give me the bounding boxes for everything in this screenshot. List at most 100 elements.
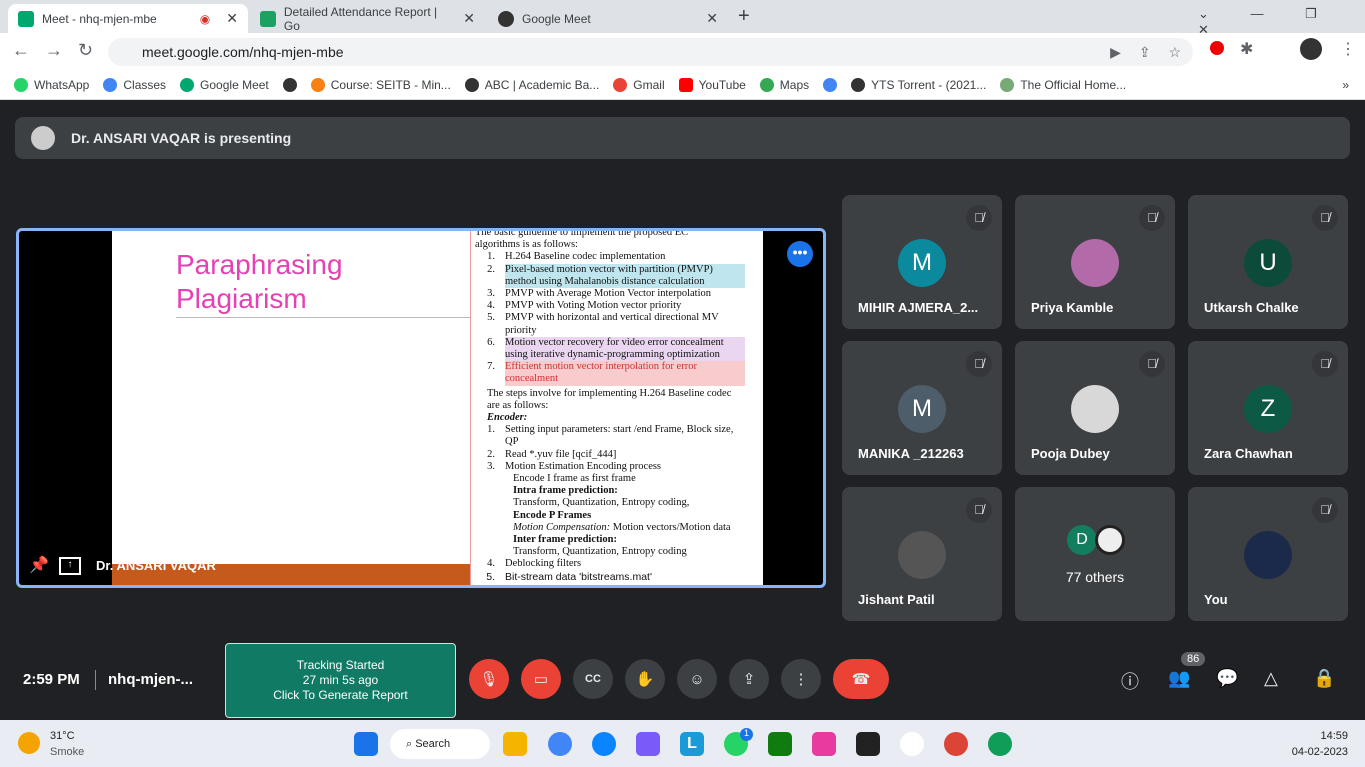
bookmark[interactable]: The Official Home... — [1000, 77, 1126, 92]
globe-icon — [498, 10, 514, 27]
profile-avatar[interactable] — [1300, 38, 1322, 60]
participant-tile[interactable]: 🎙̸ Pooja Dubey — [1015, 341, 1175, 475]
forward-icon[interactable]: → — [45, 40, 63, 61]
back-icon[interactable]: ← — [12, 40, 30, 61]
bookmark[interactable]: YTS Torrent - (2021... — [851, 77, 986, 92]
mic-off-icon: 🎙̸ — [1312, 205, 1338, 231]
leave-call-button[interactable]: ☎ — [833, 659, 889, 699]
bookmark[interactable] — [282, 77, 297, 92]
chrome-profile-icon[interactable] — [988, 732, 1012, 756]
avatar: U — [1244, 239, 1292, 287]
bookmark[interactable]: WhatsApp — [14, 77, 89, 92]
store-icon[interactable] — [636, 732, 660, 756]
mic-off-icon: 🎙̸ — [1312, 497, 1338, 523]
edge-icon[interactable] — [592, 732, 616, 756]
participant-name: Pooja Dubey — [1031, 446, 1110, 461]
bookmark[interactable]: ABC | Academic Ba... — [464, 77, 599, 92]
participant-name: Jishant Patil — [858, 592, 935, 607]
participant-name: Priya Kamble — [1031, 300, 1114, 315]
mic-off-icon: 🎙̸ — [1139, 205, 1165, 231]
slide: Paraphrasing Plagiarism — [112, 231, 470, 585]
participant-tile[interactable]: 🎙̸ M MANIKA _212263 — [842, 341, 1002, 475]
avatar — [898, 531, 946, 579]
avatar — [1095, 525, 1125, 555]
file-explorer-icon[interactable] — [503, 732, 527, 756]
avatar — [1244, 531, 1292, 579]
camera-off-button[interactable]: ▭ — [521, 659, 561, 699]
omnibox-icons[interactable]: ▶ ⇪ ☆ — [1110, 44, 1193, 61]
pin-icon[interactable]: 📌 — [29, 555, 49, 575]
participant-tile[interactable]: D 77 others — [1015, 487, 1175, 621]
app-icon[interactable] — [856, 732, 880, 756]
avatar — [1071, 385, 1119, 433]
participant-name: 77 others — [1065, 569, 1125, 585]
more-options-button[interactable]: ••• — [787, 241, 813, 267]
slide-title: Paraphrasing Plagiarism — [176, 249, 343, 314]
new-tab-button[interactable]: + — [738, 5, 750, 28]
people-icon[interactable]: 👥 — [1168, 668, 1190, 689]
participant-tile[interactable]: 🎙̸ Jishant Patil — [842, 487, 1002, 621]
tracking-report-button[interactable]: Tracking Started 27 min 5s ago Click To Ge… — [225, 643, 456, 718]
reload-icon[interactable]: ↻ — [78, 40, 93, 61]
mic-off-button[interactable]: 🎙 — [469, 659, 509, 699]
host-controls-icon[interactable]: 🔒 — [1313, 668, 1335, 689]
activities-icon[interactable]: △ — [1264, 668, 1278, 689]
windows-start-icon[interactable] — [354, 732, 378, 756]
divider — [176, 317, 470, 318]
mic-off-icon: 🎙̸ — [966, 351, 992, 377]
participant-tile[interactable]: 🎙̸ You — [1188, 487, 1348, 621]
captions-button[interactable]: CC — [573, 659, 613, 699]
presenting-banner: Dr. ANSARI VAQAR is presenting — [15, 117, 1350, 159]
chat-icon[interactable]: 💬 — [1216, 668, 1238, 689]
bookmark[interactable]: Course: SEITB - Min... — [310, 77, 451, 92]
chrome-icon[interactable] — [548, 732, 572, 756]
participant-tile[interactable]: 🎙̸ Z Zara Chawhan — [1188, 341, 1348, 475]
app-icon[interactable] — [900, 732, 924, 756]
bookmark[interactable]: Google Meet — [180, 77, 269, 92]
recording-icon: ◉ — [199, 11, 211, 26]
more-bookmarks[interactable]: » — [1342, 78, 1365, 92]
participant-name: MIHIR AJMERA_2... — [858, 300, 979, 315]
close-icon[interactable]: ✕ — [706, 10, 718, 27]
taskbar-search[interactable]: ⌕ Search — [390, 729, 490, 759]
notification-badge: 1 — [740, 728, 753, 741]
present-icon[interactable]: ↑ — [59, 557, 81, 575]
mic-off-icon: 🎙̸ — [966, 497, 992, 523]
info-icon[interactable]: ⓘ — [1121, 668, 1139, 694]
close-icon[interactable]: ✕ — [226, 10, 238, 27]
chrome-profile-icon[interactable] — [944, 732, 968, 756]
mic-off-icon: 🎙̸ — [1139, 351, 1165, 377]
tab-google-meet[interactable]: Google Meet ✕ — [488, 4, 728, 33]
bookmark[interactable]: Gmail — [613, 77, 665, 92]
participant-name: MANIKA _212263 — [858, 446, 964, 461]
participant-tile[interactable]: 🎙̸ M MIHIR AJMERA_2... — [842, 195, 1002, 329]
weather-icon — [18, 732, 40, 754]
extensions-icon[interactable]: ✱ — [1240, 39, 1253, 59]
presentation-view[interactable]: Paraphrasing Plagiarism The basic guideli… — [16, 228, 826, 588]
l-app-icon[interactable]: L — [680, 732, 704, 756]
bookmark[interactable]: YouTube — [678, 77, 746, 92]
intellij-icon[interactable] — [812, 732, 836, 756]
bookmark[interactable]: Maps — [759, 77, 809, 92]
xbox-icon[interactable] — [768, 732, 792, 756]
present-button[interactable]: ⇪ — [729, 659, 769, 699]
more-options-button[interactable]: ⋮ — [781, 659, 821, 699]
avatar: M — [898, 385, 946, 433]
participant-name: You — [1204, 592, 1228, 607]
menu-icon[interactable]: ⋮ — [1340, 39, 1356, 59]
raise-hand-button[interactable]: ✋ — [625, 659, 665, 699]
bookmark[interactable]: Classes — [103, 77, 166, 92]
meet-icon — [18, 10, 34, 27]
bookmark[interactable] — [823, 77, 838, 92]
meeting-code: nhq-mjen-... — [108, 671, 193, 688]
close-icon[interactable]: ✕ — [463, 10, 475, 27]
avatar: Z — [1244, 385, 1292, 433]
url-bar[interactable]: meet.google.com/nhq-mjen-mbe ▶ ⇪ ☆ — [108, 38, 1193, 66]
opera-icon[interactable] — [1210, 41, 1224, 55]
tab-attendance[interactable]: Detailed Attendance Report | Go ✕ — [250, 4, 485, 33]
tab-meet[interactable]: Meet - nhq-mjen-mbe ◉ ✕ — [8, 4, 248, 33]
participant-name: Zara Chawhan — [1204, 446, 1293, 461]
participant-tile[interactable]: 🎙̸ U Utkarsh Chalke — [1188, 195, 1348, 329]
participant-tile[interactable]: 🎙̸ Priya Kamble — [1015, 195, 1175, 329]
emoji-button[interactable]: ☺ — [677, 659, 717, 699]
